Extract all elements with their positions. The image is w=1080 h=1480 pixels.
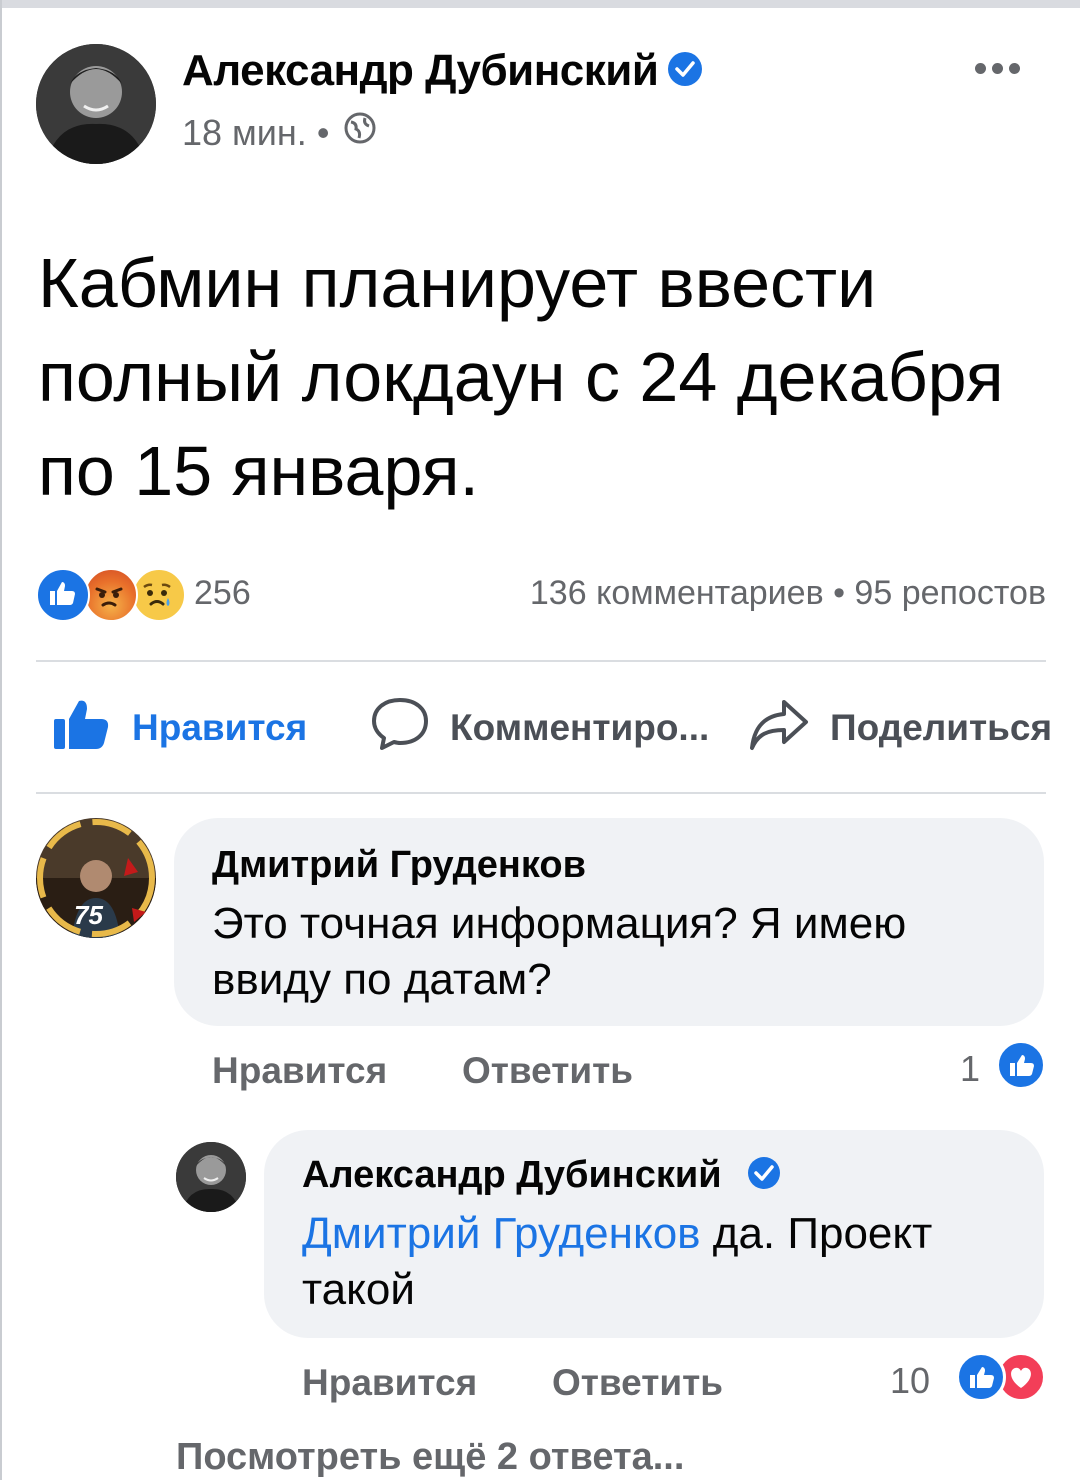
comment-button-label[interactable]: Комментиро... — [450, 707, 709, 749]
comments-shares-count[interactable]: 136 комментариев • 95 репостов — [530, 574, 1046, 613]
comment-like-button[interactable]: Нравится — [212, 1050, 387, 1092]
comment-button[interactable]: Комментиро... — [370, 696, 709, 760]
sad-icon — [132, 568, 186, 622]
reply-author-label[interactable]: Александр Дубинский — [302, 1154, 722, 1196]
reply-author-avatar[interactable] — [176, 1142, 246, 1212]
comment-reaction-count[interactable]: 1 — [960, 1048, 980, 1090]
more-dot — [992, 62, 1003, 74]
verified-badge-icon — [668, 52, 703, 87]
share-button-label[interactable]: Поделиться — [830, 707, 1052, 749]
post-text: Кабмин планирует ввести полный локдаун с… — [38, 244, 1004, 510]
post-author-name[interactable]: Александр Дубинский — [182, 46, 703, 96]
reactions-count[interactable]: 256 — [194, 574, 251, 613]
like-button[interactable]: Нравится — [50, 696, 307, 760]
meta-separator: • — [316, 112, 330, 153]
like-icon — [36, 568, 90, 622]
like-icon — [956, 1352, 1006, 1402]
angry-icon — [84, 568, 138, 622]
post-time[interactable]: 18 мин. — [182, 112, 307, 153]
share-button[interactable]: Поделиться — [748, 696, 1052, 760]
like-icon — [996, 1040, 1046, 1090]
comment-reply-button[interactable]: Ответить — [462, 1050, 633, 1092]
comment-icon — [370, 696, 430, 761]
divider-bottom — [36, 792, 1046, 794]
reply-bubble: Александр Дубинский Дмитрий Груденков да… — [264, 1130, 1044, 1338]
commenter-avatar[interactable]: 75 — [36, 818, 156, 938]
post-meta: 18 мин. • — [182, 112, 377, 157]
reactions-summary[interactable]: 256 136 комментариев • 95 репостов — [36, 566, 1046, 622]
reply-reaction-count[interactable]: 10 — [890, 1360, 930, 1402]
post-author-label[interactable]: Александр Дубинский — [182, 46, 659, 95]
more-icon[interactable] — [975, 58, 1025, 78]
share-icon — [748, 696, 810, 761]
globe-icon — [343, 111, 377, 154]
more-dot — [1009, 62, 1020, 74]
comment-author[interactable]: Дмитрий Груденков — [212, 844, 586, 887]
reply-reply-button[interactable]: Ответить — [552, 1362, 723, 1404]
comment-text: Это точная информация? Я имею ввиду по д… — [212, 899, 907, 1004]
left-edge — [0, 0, 2, 1480]
reply-text: Дмитрий Груденков да. Проект такой — [302, 1206, 1022, 1318]
reply-like-button[interactable]: Нравится — [302, 1362, 477, 1404]
view-more-replies[interactable]: Посмотреть ещё 2 ответа... — [176, 1436, 684, 1479]
author-avatar[interactable] — [36, 44, 156, 164]
divider-top — [36, 660, 1046, 662]
more-dot — [975, 62, 986, 74]
like-button-label[interactable]: Нравится — [132, 707, 307, 749]
verified-badge-icon — [747, 1156, 780, 1189]
reply-author[interactable]: Александр Дубинский — [302, 1154, 780, 1197]
top-edge — [0, 0, 1080, 8]
reply-mention[interactable]: Дмитрий Груденков — [302, 1209, 701, 1258]
avatar-badge: 75 — [74, 900, 103, 930]
comment-bubble: Дмитрий Груденков Это точная информация?… — [174, 818, 1044, 1026]
like-icon — [50, 695, 112, 762]
